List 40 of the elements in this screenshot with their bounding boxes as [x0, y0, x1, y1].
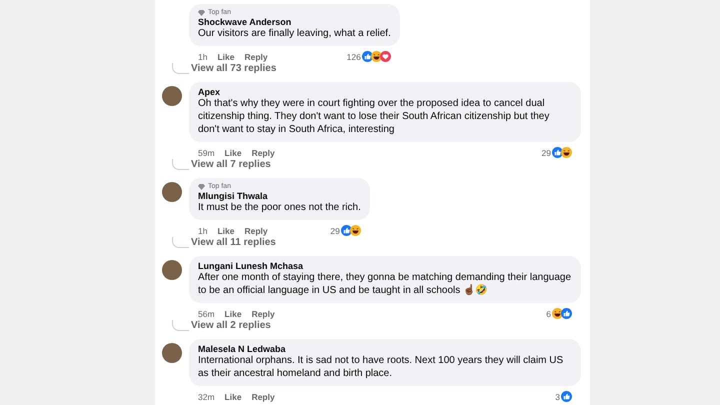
comment-author[interactable]: Shockwave Anderson — [198, 17, 391, 27]
comment-author[interactable]: Mlungisi Thwala — [198, 191, 361, 201]
reaction-count[interactable]: 126 — [346, 52, 361, 62]
reaction-count[interactable]: 29 — [330, 226, 340, 236]
diamond-icon — [198, 184, 205, 190]
reply-link[interactable]: Reply — [252, 392, 275, 402]
comment-author[interactable]: Malesela N Ledwaba — [198, 344, 572, 354]
comment-time: 59m — [198, 148, 215, 158]
comment-time: 56m — [198, 308, 215, 318]
like-link[interactable]: Like — [224, 148, 242, 158]
diamond-icon — [198, 10, 205, 16]
comment-text: After one month of staying there, they gonna be matching demanding their language to be an official language in US and be taught in all schools ☝🏾🤣 — [198, 271, 572, 297]
like-link[interactable]: Like — [224, 392, 242, 402]
comment-text: It must be the poor ones not the rich. — [198, 201, 361, 214]
comment-time: 1h — [198, 52, 208, 62]
comment-text: Our visitors are finally leaving, what a relief. — [198, 27, 391, 40]
avatar[interactable] — [162, 182, 182, 202]
like-link[interactable]: Like — [217, 226, 234, 236]
reply-link[interactable]: Reply — [252, 148, 275, 158]
like-link[interactable]: Like — [224, 308, 242, 318]
comment-author[interactable]: Apex — [198, 87, 572, 97]
reply-link[interactable]: Reply — [244, 226, 268, 236]
like-link[interactable]: Like — [217, 52, 234, 62]
view-replies-link[interactable]: View all 2 replies — [191, 321, 271, 331]
view-replies-link[interactable]: View all 73 replies — [191, 64, 276, 74]
comment-text: Oh that's why they were in court fighting over the proposed idea to cancel dual citizenship thing. They don't want to lose their South African citizenship but they don't want to stay in South Africa, interesting — [198, 97, 550, 136]
avatar[interactable] — [162, 260, 182, 280]
avatar[interactable] — [162, 86, 182, 106]
reaction-count[interactable]: 6 — [546, 308, 551, 318]
comment-time: 32m — [198, 392, 215, 402]
reaction-count[interactable]: 3 — [555, 392, 560, 402]
comment-author[interactable]: Lungani Lunesh Mchasa — [198, 261, 572, 271]
view-replies-link[interactable]: View all 11 replies — [191, 238, 276, 248]
reaction-count[interactable]: 29 — [542, 148, 551, 158]
reply-link[interactable]: Reply — [244, 52, 268, 62]
avatar[interactable] — [162, 343, 182, 363]
comment-time: 1h — [198, 226, 208, 236]
comment-text: International orphans. It is sad not to have roots. Next 100 years they will claim US as their ancestral homeland and birth place. — [198, 354, 564, 380]
reply-link[interactable]: Reply — [252, 308, 275, 318]
view-replies-link[interactable]: View all 7 replies — [191, 160, 271, 170]
